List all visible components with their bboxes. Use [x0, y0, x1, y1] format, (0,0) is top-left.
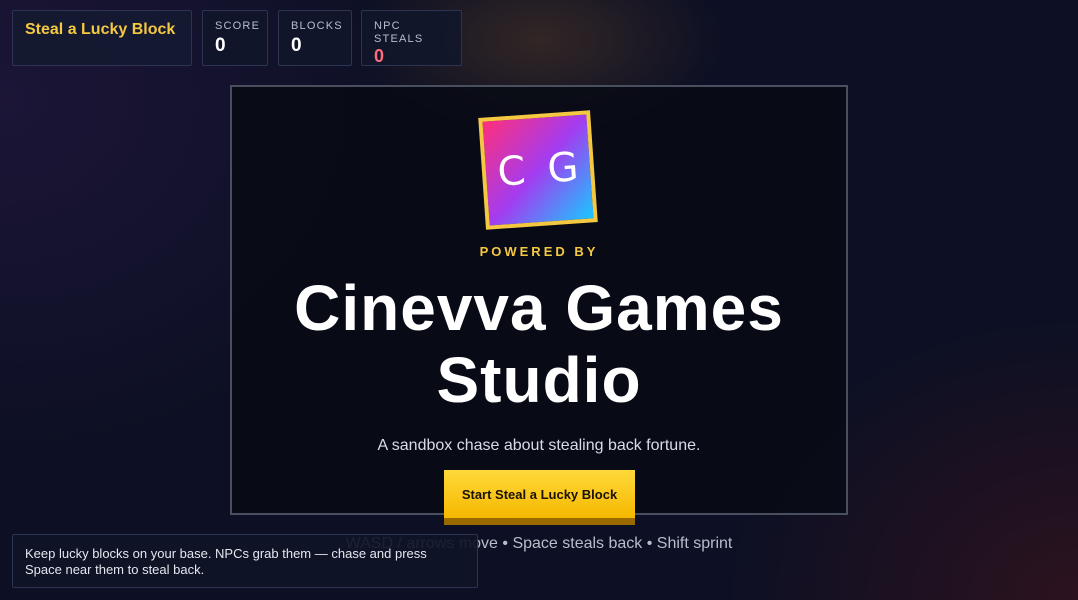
- npc-steals-stat: NPC STEALS 0: [361, 10, 462, 66]
- score-value: 0: [215, 35, 226, 56]
- splash-panel: C G POWERED BY Cinevva Games Studio A sa…: [230, 85, 848, 515]
- powered-by-label: POWERED BY: [479, 244, 599, 259]
- start-game-button[interactable]: Start Steal a Lucky Block: [444, 470, 635, 525]
- game-title: Steal a Lucky Block: [25, 21, 176, 38]
- studio-logo: C G: [478, 110, 598, 230]
- blocks-label: BLOCKS: [291, 20, 343, 32]
- game-title-card: Steal a Lucky Block: [12, 10, 192, 66]
- npc-steals-label: NPC STEALS: [374, 20, 424, 45]
- logo-letter-c: C: [496, 147, 528, 196]
- npc-steals-value: 0: [374, 46, 385, 66]
- score-stat: SCORE 0: [202, 10, 268, 66]
- gameplay-tip: Keep lucky blocks on your base. NPCs gra…: [12, 534, 478, 588]
- logo-letter-g: G: [545, 144, 580, 193]
- score-label: SCORE: [215, 20, 261, 32]
- studio-name: Cinevva Games Studio: [294, 272, 784, 416]
- blocks-value: 0: [291, 35, 302, 56]
- blocks-stat: BLOCKS 0: [278, 10, 352, 66]
- tagline: A sandbox chase about stealing back fort…: [377, 437, 701, 454]
